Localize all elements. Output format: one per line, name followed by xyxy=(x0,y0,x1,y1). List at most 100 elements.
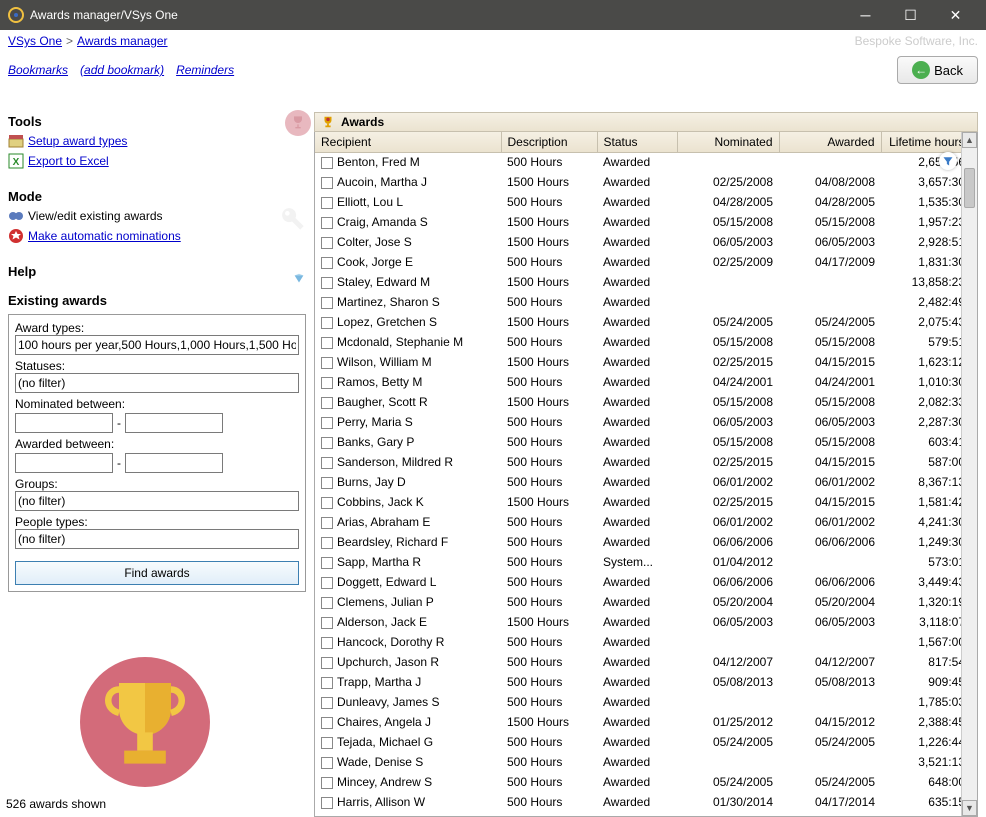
table-row[interactable]: Baugher, Scott R1500 HoursAwarded05/15/2… xyxy=(315,392,961,412)
row-checkbox[interactable] xyxy=(321,637,333,649)
row-checkbox[interactable] xyxy=(321,617,333,629)
table-row[interactable]: Hancock, Dorothy R500 HoursAwarded1,567:… xyxy=(315,632,961,652)
maximize-button[interactable]: ☐ xyxy=(888,0,933,30)
table-row[interactable]: Martinez, Sharon S500 HoursAwarded2,482:… xyxy=(315,292,961,312)
award-types-combo[interactable] xyxy=(15,335,299,355)
row-checkbox[interactable] xyxy=(321,377,333,389)
table-row[interactable]: Mincey, Andrew S500 HoursAwarded05/24/20… xyxy=(315,772,961,792)
statuses-combo[interactable] xyxy=(15,373,299,393)
table-row[interactable]: Arias, Abraham E500 HoursAwarded06/01/20… xyxy=(315,512,961,532)
table-row[interactable]: Clemens, Julian P500 HoursAwarded05/20/2… xyxy=(315,592,961,612)
scroll-up-button[interactable]: ▲ xyxy=(962,132,977,148)
table-row[interactable]: Tejada, Michael G500 HoursAwarded05/24/2… xyxy=(315,732,961,752)
add-bookmark-link[interactable]: (add bookmark) xyxy=(80,63,164,77)
row-checkbox[interactable] xyxy=(321,537,333,549)
row-checkbox[interactable] xyxy=(321,237,333,249)
breadcrumb-page[interactable]: Awards manager xyxy=(77,34,168,48)
table-row[interactable]: Banks, Gary P500 HoursAwarded05/15/20080… xyxy=(315,432,961,452)
row-checkbox[interactable] xyxy=(321,697,333,709)
row-checkbox[interactable] xyxy=(321,757,333,769)
scroll-thumb[interactable] xyxy=(964,168,975,208)
row-checkbox[interactable] xyxy=(321,777,333,789)
table-row[interactable]: Benton, Fred M500 HoursAwarded2,658:56 xyxy=(315,152,961,172)
row-checkbox[interactable] xyxy=(321,397,333,409)
row-checkbox[interactable] xyxy=(321,497,333,509)
col-lifetime[interactable]: Lifetime hours xyxy=(881,132,961,152)
row-checkbox[interactable] xyxy=(321,717,333,729)
row-checkbox[interactable] xyxy=(321,737,333,749)
minimize-button[interactable]: ─ xyxy=(843,0,888,30)
table-row[interactable]: Lopez, Gretchen S1500 HoursAwarded05/24/… xyxy=(315,312,961,332)
table-row[interactable]: Sapp, Martha R500 HoursSystem...01/04/20… xyxy=(315,552,961,572)
table-row[interactable]: Elliott, Lou L500 HoursAwarded04/28/2005… xyxy=(315,192,961,212)
table-row[interactable]: Trapp, Martha J500 HoursAwarded05/08/201… xyxy=(315,672,961,692)
row-checkbox[interactable] xyxy=(321,257,333,269)
col-description[interactable]: Description xyxy=(501,132,597,152)
awarded-from[interactable] xyxy=(15,453,113,473)
row-checkbox[interactable] xyxy=(321,477,333,489)
table-row[interactable]: Upchurch, Jason R500 HoursAwarded04/12/2… xyxy=(315,652,961,672)
table-row[interactable]: Wilson, William M1500 HoursAwarded02/25/… xyxy=(315,352,961,372)
reminders-link[interactable]: Reminders xyxy=(176,63,234,77)
row-checkbox[interactable] xyxy=(321,517,333,529)
col-status[interactable]: Status xyxy=(597,132,677,152)
table-row[interactable]: Staley, Edward M1500 HoursAwarded13,858:… xyxy=(315,272,961,292)
row-checkbox[interactable] xyxy=(321,337,333,349)
table-row[interactable]: Beardsley, Richard F500 HoursAwarded06/0… xyxy=(315,532,961,552)
row-checkbox[interactable] xyxy=(321,297,333,309)
table-row[interactable]: Doggett, Edward L500 HoursAwarded06/06/2… xyxy=(315,572,961,592)
make-nominations-link[interactable]: Make automatic nominations xyxy=(28,229,181,243)
row-checkbox[interactable] xyxy=(321,277,333,289)
bookmarks-link[interactable]: Bookmarks xyxy=(8,63,68,77)
table-row[interactable]: Harris, Allison W500 HoursAwarded01/30/2… xyxy=(315,792,961,812)
table-row[interactable]: Alderson, Jack E1500 HoursAwarded06/05/2… xyxy=(315,612,961,632)
table-row[interactable]: Colter, Jose S1500 HoursAwarded06/05/200… xyxy=(315,232,961,252)
table-row[interactable]: Craig, Amanda S1500 HoursAwarded05/15/20… xyxy=(315,212,961,232)
table-row[interactable]: Wade, Denise S500 HoursAwarded3,521:13 xyxy=(315,752,961,772)
row-checkbox[interactable] xyxy=(321,657,333,669)
table-row[interactable]: Dunleavy, James S500 HoursAwarded1,785:0… xyxy=(315,692,961,712)
nominated-from[interactable] xyxy=(15,413,113,433)
row-checkbox[interactable] xyxy=(321,597,333,609)
vertical-scrollbar[interactable]: ▲ ▼ xyxy=(961,132,977,816)
row-checkbox[interactable] xyxy=(321,157,333,169)
table-row[interactable]: Cobbins, Jack K1500 HoursAwarded02/25/20… xyxy=(315,492,961,512)
table-row[interactable]: Sanderson, Mildred R500 HoursAwarded02/2… xyxy=(315,452,961,472)
table-row[interactable]: Perry, Maria S500 HoursAwarded06/05/2003… xyxy=(315,412,961,432)
filter-indicator-icon[interactable] xyxy=(939,152,957,170)
table-row[interactable]: Burns, Jay D500 HoursAwarded06/01/200206… xyxy=(315,472,961,492)
find-awards-button[interactable]: Find awards xyxy=(15,561,299,585)
people-types-combo[interactable] xyxy=(15,529,299,549)
row-checkbox[interactable] xyxy=(321,417,333,429)
col-nominated[interactable]: Nominated xyxy=(677,132,779,152)
table-row[interactable]: Cook, Jorge E500 HoursAwarded02/25/20090… xyxy=(315,252,961,272)
col-recipient[interactable]: Recipient xyxy=(315,132,501,152)
nominated-to[interactable] xyxy=(125,413,223,433)
row-checkbox[interactable] xyxy=(321,177,333,189)
groups-combo[interactable] xyxy=(15,491,299,511)
breadcrumb-root[interactable]: VSys One xyxy=(8,34,62,48)
export-excel-link[interactable]: Export to Excel xyxy=(28,154,109,168)
row-checkbox[interactable] xyxy=(321,677,333,689)
row-checkbox[interactable] xyxy=(321,557,333,569)
table-row[interactable]: Chaires, Angela J1500 HoursAwarded01/25/… xyxy=(315,712,961,732)
row-checkbox[interactable] xyxy=(321,217,333,229)
back-button[interactable]: ← Back xyxy=(897,56,978,84)
row-checkbox[interactable] xyxy=(321,317,333,329)
row-checkbox[interactable] xyxy=(321,797,333,809)
scroll-down-button[interactable]: ▼ xyxy=(962,800,977,816)
row-checkbox[interactable] xyxy=(321,197,333,209)
table-row[interactable]: Aucoin, Martha J1500 HoursAwarded02/25/2… xyxy=(315,172,961,192)
table-row[interactable]: Ramos, Betty M500 HoursAwarded04/24/2001… xyxy=(315,372,961,392)
table-row[interactable]: Chaires, Angela J500 HoursAwarded05/08/2… xyxy=(315,812,961,816)
close-button[interactable]: ✕ xyxy=(933,0,978,30)
row-checkbox[interactable] xyxy=(321,437,333,449)
col-awarded[interactable]: Awarded xyxy=(779,132,881,152)
grid-title: Awards xyxy=(341,115,384,129)
row-checkbox[interactable] xyxy=(321,457,333,469)
setup-award-types-link[interactable]: Setup award types xyxy=(28,134,127,148)
row-checkbox[interactable] xyxy=(321,357,333,369)
table-row[interactable]: Mcdonald, Stephanie M500 HoursAwarded05/… xyxy=(315,332,961,352)
row-checkbox[interactable] xyxy=(321,577,333,589)
awarded-to[interactable] xyxy=(125,453,223,473)
